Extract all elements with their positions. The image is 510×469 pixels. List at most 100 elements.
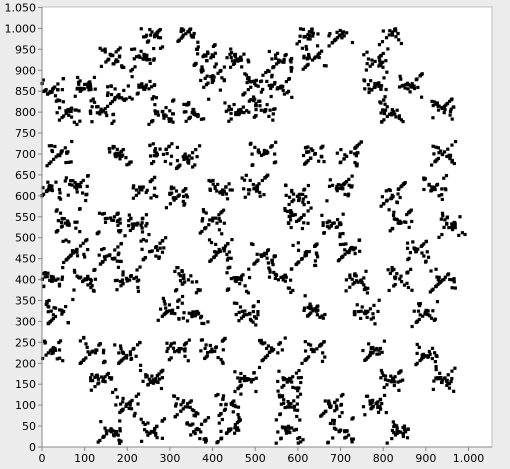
data-point (208, 187, 212, 191)
data-point (175, 266, 179, 270)
data-point (154, 245, 159, 249)
data-point (328, 178, 332, 182)
data-point (93, 87, 97, 91)
data-point (170, 311, 175, 315)
data-point (306, 200, 310, 205)
data-point (442, 111, 446, 115)
data-point (430, 346, 435, 350)
data-point (414, 250, 418, 254)
data-point (274, 418, 278, 422)
data-point (217, 247, 221, 252)
data-point (327, 184, 332, 188)
data-point (175, 145, 180, 149)
data-point (115, 212, 119, 216)
data-point (448, 277, 452, 282)
data-point (350, 417, 354, 421)
data-point (331, 436, 335, 440)
data-point (194, 147, 198, 152)
data-point (171, 120, 175, 124)
data-point (102, 211, 106, 216)
data-point (405, 241, 410, 245)
data-point (49, 160, 53, 164)
data-point (67, 113, 71, 117)
data-point (249, 380, 253, 384)
data-point (251, 95, 256, 99)
data-point (200, 65, 204, 69)
data-point (114, 388, 118, 392)
data-point (180, 294, 185, 299)
data-point (180, 282, 185, 286)
data-point (175, 159, 180, 163)
data-point (144, 239, 148, 243)
data-point (228, 428, 232, 432)
data-point (271, 347, 276, 352)
data-point (165, 349, 169, 354)
data-point (74, 226, 78, 230)
data-point (241, 273, 245, 277)
data-point (290, 66, 294, 70)
data-point (242, 52, 246, 56)
data-point (339, 403, 343, 407)
data-point (431, 103, 435, 108)
data-point (281, 88, 285, 93)
data-point (71, 179, 75, 183)
data-point (149, 33, 153, 37)
data-point (409, 208, 413, 212)
data-point (343, 429, 347, 433)
data-point (384, 410, 388, 415)
data-point (238, 379, 242, 383)
data-point (390, 113, 394, 117)
data-point (44, 88, 48, 92)
data-point (68, 182, 72, 187)
data-point (306, 145, 310, 149)
data-point (213, 51, 217, 55)
data-point (233, 389, 237, 394)
data-point (147, 232, 151, 237)
data-point (69, 115, 74, 119)
data-point (274, 160, 278, 164)
data-point (388, 229, 392, 233)
data-point (341, 392, 345, 397)
data-point (284, 52, 288, 57)
data-point (254, 323, 258, 327)
data-point (89, 388, 93, 392)
data-point (197, 427, 201, 432)
data-point (173, 350, 177, 354)
data-point (291, 243, 295, 247)
data-point (95, 105, 99, 109)
data-point (224, 185, 228, 189)
data-point (250, 152, 254, 156)
data-point (47, 91, 51, 95)
data-point (180, 28, 184, 32)
data-point (183, 405, 187, 409)
data-point (234, 111, 238, 115)
data-point (63, 179, 67, 183)
data-point (57, 282, 62, 286)
data-point (293, 213, 297, 217)
data-point (154, 154, 158, 158)
data-point (81, 191, 85, 195)
data-point (399, 274, 403, 278)
data-point (84, 342, 88, 346)
data-point (377, 64, 381, 68)
data-point (368, 402, 372, 406)
data-point (395, 428, 399, 432)
data-point (289, 60, 293, 64)
data-point (449, 98, 453, 102)
data-point (120, 64, 124, 68)
data-point (297, 196, 301, 200)
data-point (369, 346, 374, 350)
data-point (405, 246, 410, 250)
data-point (446, 373, 450, 377)
data-point (90, 372, 94, 377)
data-point (156, 110, 160, 114)
data-point (203, 419, 207, 423)
data-point (148, 380, 152, 385)
data-point (270, 144, 274, 148)
data-point (287, 214, 291, 219)
data-point (109, 216, 113, 220)
data-point (431, 387, 435, 391)
data-point (288, 218, 293, 222)
data-point (243, 195, 247, 199)
data-point (324, 409, 328, 413)
